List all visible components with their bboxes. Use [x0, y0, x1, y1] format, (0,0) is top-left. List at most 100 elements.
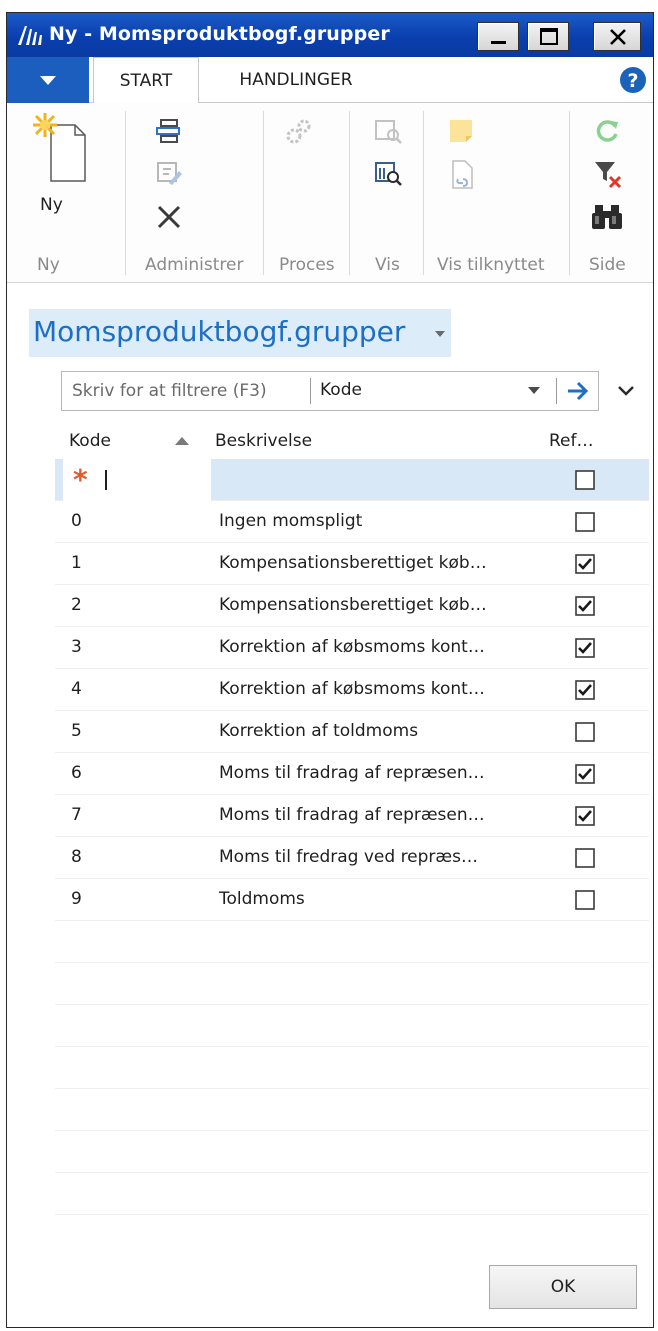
- arrow-right-icon[interactable]: [566, 380, 590, 402]
- view-card-icon: [375, 120, 402, 144]
- checkbox[interactable]: [575, 848, 595, 868]
- cell-description: Moms til fredrag ved repræs…: [219, 847, 478, 867]
- app-logo-icon: [18, 26, 42, 45]
- minimize-icon: [491, 41, 506, 44]
- cell-description: Ingen momspligt: [219, 511, 363, 531]
- group-separator: [125, 111, 126, 275]
- view-details-icon[interactable]: [373, 159, 403, 187]
- close-icon: [610, 29, 626, 45]
- empty-row-line: [55, 1046, 649, 1047]
- empty-row-line: [55, 962, 649, 963]
- table-row[interactable]: 7 Moms til fradrag af repræsen…: [55, 795, 649, 837]
- cell-description: Korrektion af toldmoms: [219, 721, 419, 741]
- empty-row-line: [55, 1172, 649, 1173]
- window-title: Ny - Momsproduktbogf.grupper: [49, 23, 390, 45]
- table-row[interactable]: 9 Toldmoms: [55, 879, 649, 921]
- checkbox-checked[interactable]: [575, 638, 595, 658]
- gears-icon: [286, 119, 311, 144]
- group-separator: [263, 111, 264, 275]
- checkbox[interactable]: [575, 512, 595, 532]
- filter-bar: Kode: [61, 371, 599, 411]
- empty-row-line: [55, 1004, 649, 1005]
- triangle-down-icon: [40, 76, 56, 85]
- minimize-button[interactable]: [477, 22, 519, 51]
- column-header-kode[interactable]: Kode: [69, 431, 111, 451]
- filter-divider: [310, 378, 311, 404]
- checkbox-checked[interactable]: [575, 554, 595, 574]
- edit-list-icon: [157, 162, 182, 185]
- cell-description: Korrektion af købsmoms kont…: [219, 637, 485, 657]
- chevron-down-icon[interactable]: [617, 385, 635, 397]
- cell-code: 7: [71, 805, 82, 825]
- tab-start[interactable]: START: [93, 57, 199, 104]
- group-separator: [349, 111, 350, 275]
- new-button-label: Ny: [40, 195, 63, 215]
- application-menu-button[interactable]: [7, 57, 89, 103]
- refresh-icon: [596, 120, 618, 142]
- cell-code: 5: [71, 721, 82, 741]
- table-row[interactable]: 1 Kompensationsberettiget køb…: [55, 543, 649, 585]
- cell-code: 8: [71, 847, 82, 867]
- table-row[interactable]: 2 Kompensationsberettiget køb…: [55, 585, 649, 627]
- cell-code: 3: [71, 637, 82, 657]
- notes-icon: [450, 120, 472, 142]
- checkbox[interactable]: [575, 890, 595, 910]
- cell-description: Toldmoms: [219, 889, 305, 909]
- ribbon: Ny Ny Administrer Proces Vis Vis tilknyt…: [7, 103, 653, 283]
- checkbox-checked[interactable]: [575, 764, 595, 784]
- maximize-button[interactable]: [527, 22, 569, 51]
- table-row[interactable]: 8 Moms til fredrag ved repræs…: [55, 837, 649, 879]
- ribbon-tabstrip: START HANDLINGER ?: [7, 57, 653, 104]
- cell-description: Moms til fradrag af repræsen…: [219, 763, 485, 783]
- table-row[interactable]: 6 Moms til fradrag af repræsen…: [55, 753, 649, 795]
- cell-code: 6: [71, 763, 82, 783]
- group-label-ny: Ny: [37, 255, 60, 275]
- checkbox[interactable]: [575, 470, 595, 490]
- caret-down-icon: [435, 331, 445, 337]
- checkbox-checked[interactable]: [575, 806, 595, 826]
- new-code-cell[interactable]: *: [63, 459, 211, 501]
- group-separator: [423, 111, 424, 275]
- cell-description: Moms til fradrag af repræsen…: [219, 805, 485, 825]
- group-label-side: Side: [589, 255, 626, 275]
- close-button[interactable]: [593, 22, 641, 51]
- checkbox-checked[interactable]: [575, 680, 595, 700]
- filter-input[interactable]: [62, 372, 308, 410]
- group-label-administrer: Administrer: [145, 255, 244, 275]
- checkbox[interactable]: [575, 722, 595, 742]
- cell-code: 1: [71, 553, 82, 573]
- table-row[interactable]: 4 Korrektion af købsmoms kont…: [55, 669, 649, 711]
- maximize-icon: [540, 28, 558, 45]
- cell-code: 0: [71, 511, 82, 531]
- page-title-selector[interactable]: Momsproduktbogf.grupper: [29, 309, 451, 357]
- dialog-window: Ny - Momsproduktbogf.grupper START HANDL…: [6, 12, 654, 1328]
- ok-button[interactable]: OK: [489, 1265, 637, 1309]
- empty-row-line: [55, 1088, 649, 1089]
- find-binoculars-icon[interactable]: [591, 203, 623, 231]
- delete-icon[interactable]: [155, 203, 183, 231]
- filter-divider: [556, 378, 557, 404]
- column-header-beskrivelse[interactable]: Beskrivelse: [215, 431, 312, 451]
- checkbox-checked[interactable]: [575, 596, 595, 616]
- text-cursor: [105, 470, 107, 490]
- clear-filter-icon[interactable]: [593, 159, 623, 189]
- table-row[interactable]: 0 Ingen momspligt: [55, 501, 649, 543]
- cell-description: Kompensationsberettiget køb…: [219, 595, 487, 615]
- title-bar[interactable]: Ny - Momsproduktbogf.grupper: [7, 13, 653, 57]
- new-button[interactable]: Ny: [27, 111, 107, 241]
- empty-row-line: [55, 1130, 649, 1131]
- new-record-row[interactable]: *: [55, 459, 649, 501]
- chevron-down-icon[interactable]: [528, 387, 540, 395]
- page-title: Momsproduktbogf.grupper: [33, 315, 406, 348]
- svg-text:?: ?: [627, 70, 638, 92]
- filter-field-select[interactable]: Kode: [320, 380, 362, 400]
- group-label-proces: Proces: [279, 255, 335, 275]
- column-header-ref[interactable]: Ref…: [549, 431, 594, 451]
- table-row[interactable]: 3 Korrektion af købsmoms kont…: [55, 627, 649, 669]
- tab-handlinger[interactable]: HANDLINGER: [221, 57, 371, 103]
- group-separator: [569, 111, 570, 275]
- help-icon[interactable]: ?: [619, 66, 647, 94]
- view-list-icon[interactable]: [155, 117, 183, 145]
- cell-description: Kompensationsberettiget køb…: [219, 553, 487, 573]
- table-row[interactable]: 5 Korrektion af toldmoms: [55, 711, 649, 753]
